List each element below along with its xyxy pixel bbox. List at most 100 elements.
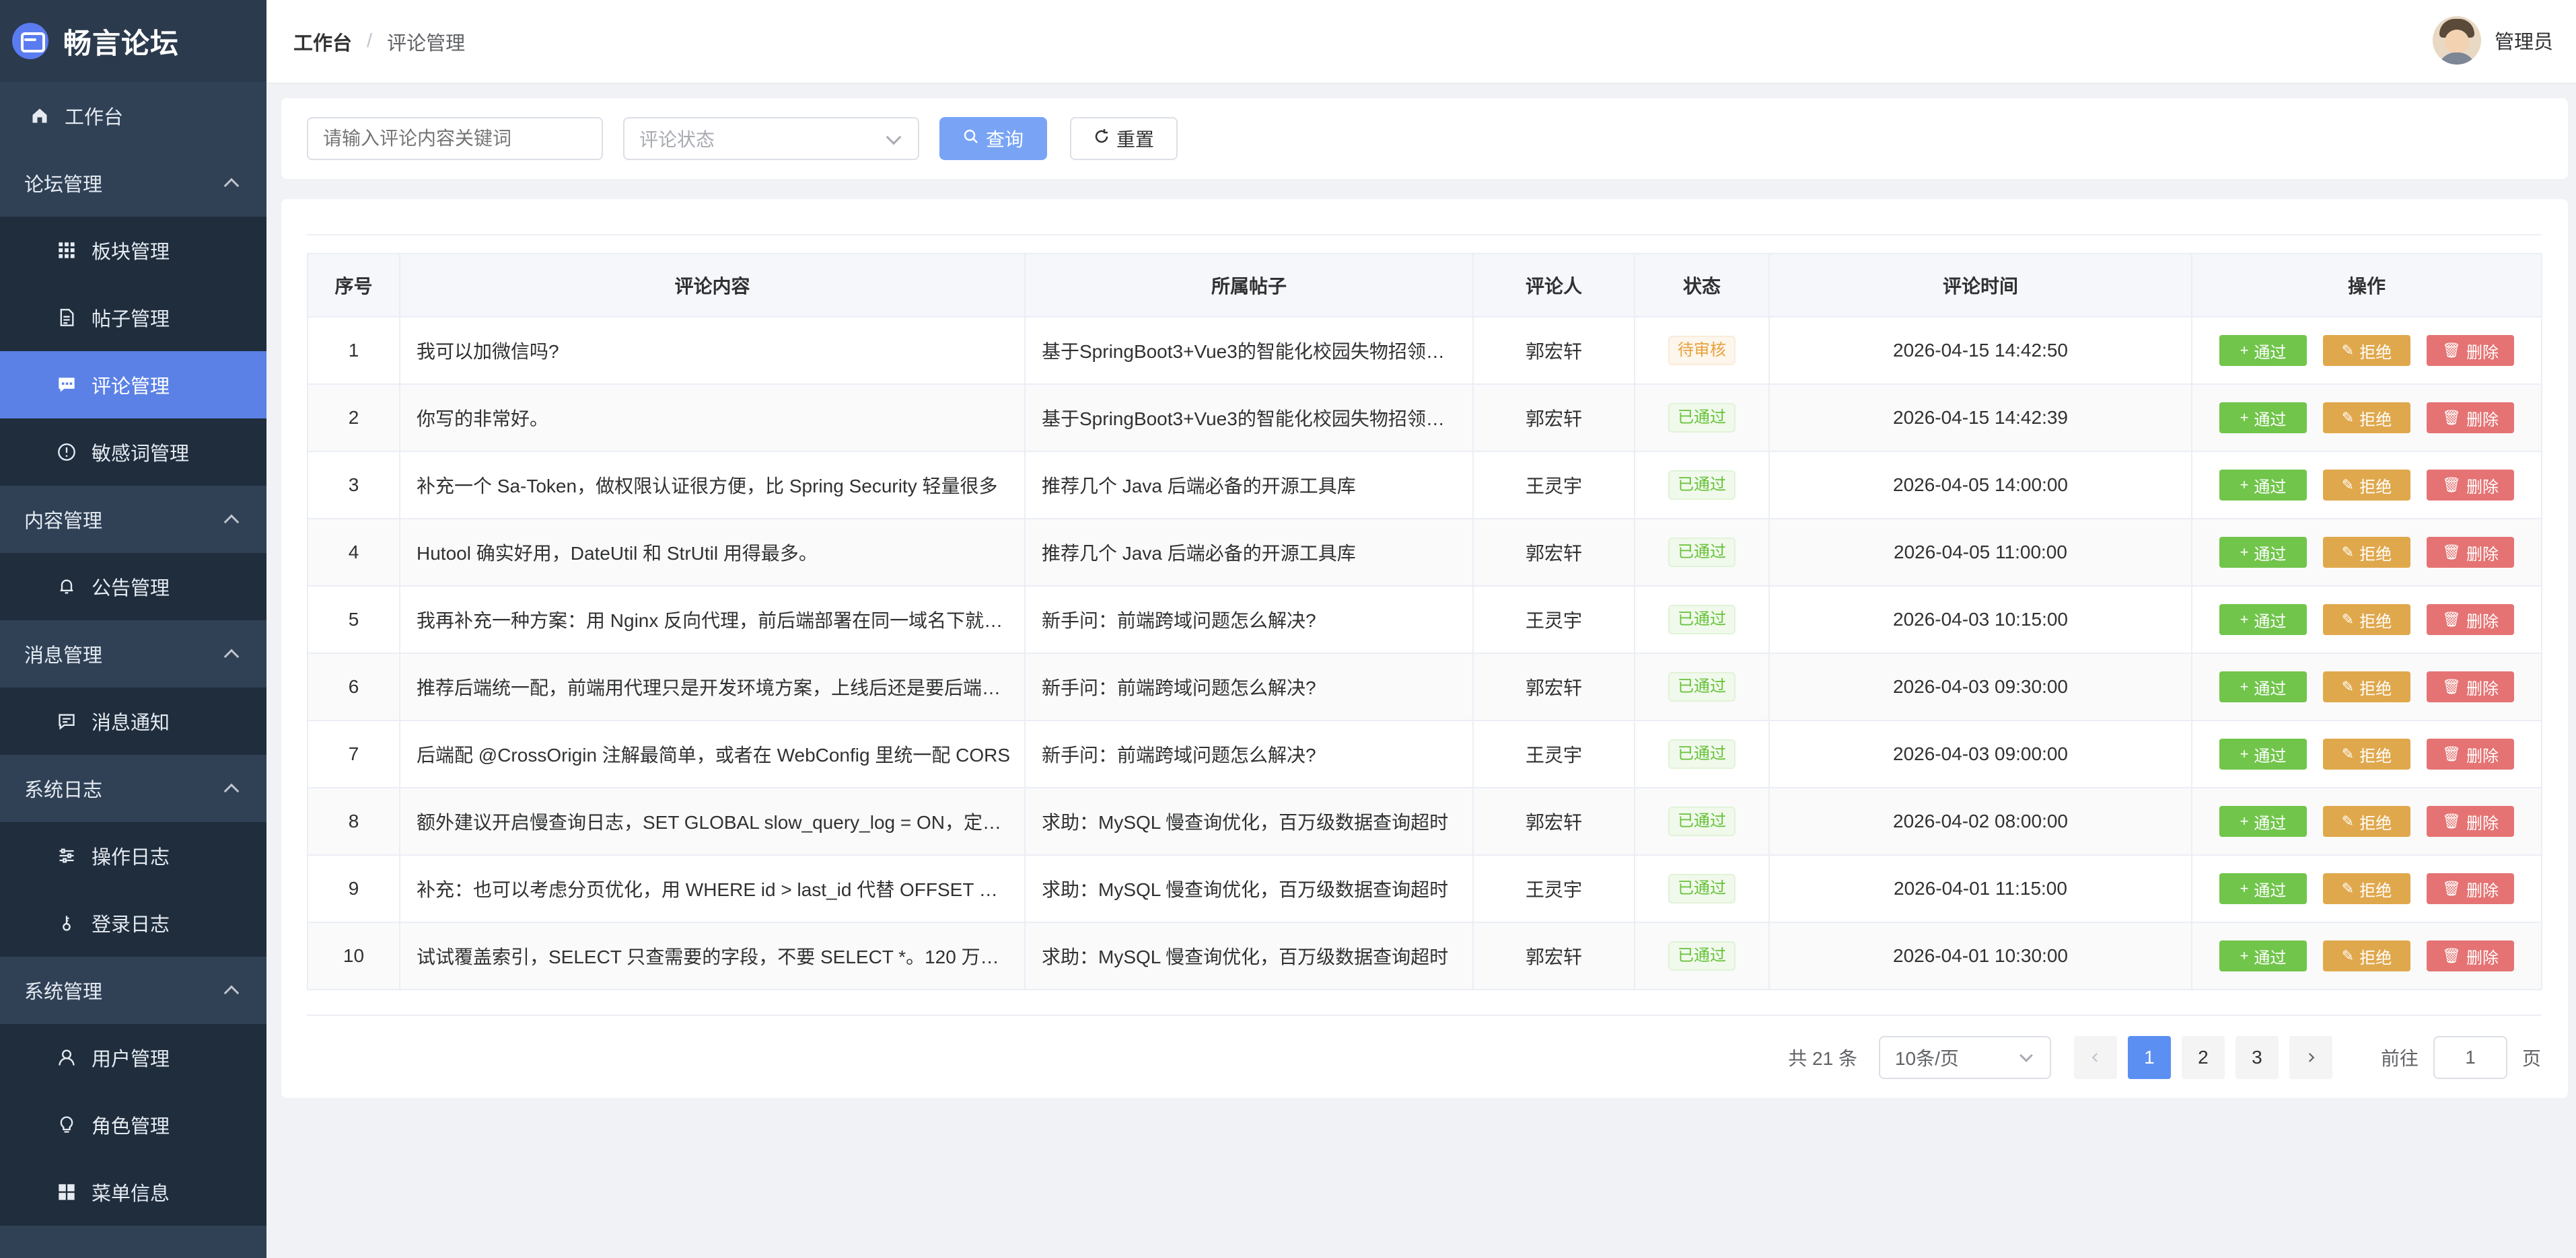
cell-no: 3 [307, 451, 400, 519]
sidebar-item-operation-log[interactable]: 操作日志 [0, 822, 266, 889]
prev-page-button[interactable] [2073, 1036, 2117, 1079]
breadcrumb: 工作台 / 评论管理 [293, 28, 465, 56]
cell-content: 我可以加微信吗? [399, 316, 1026, 385]
page-button-1[interactable]: 1 [2127, 1036, 2171, 1079]
approve-button[interactable]: + 通过 [2219, 806, 2307, 837]
sidebar-item-dashboard[interactable]: 工作台 [0, 82, 266, 149]
sidebar-item-label: 公告管理 [92, 578, 170, 599]
sidebar-item-users[interactable]: 用户管理 [0, 1024, 266, 1091]
sidebar-item-login-log[interactable]: 登录日志 [0, 889, 266, 957]
sidebar: 畅言论坛 工作台 论坛管理 板块管理 帖子管理 评论管理 敏感词管理 内容管理 … [0, 0, 266, 1258]
reject-label: 拒绝 [2359, 410, 2392, 429]
comment-table-panel: 序号 评论内容 所属帖子 评论人 状态 评论时间 操作 1 我可以加微信吗? 基于S… [281, 199, 2568, 1098]
delete-label: 删除 [2466, 612, 2499, 631]
table-header-row: 序号 评论内容 所属帖子 评论人 状态 评论时间 操作 [307, 253, 2542, 318]
sidebar-group-messages[interactable]: 消息管理 [0, 620, 266, 688]
breadcrumb-root[interactable]: 工作台 [293, 28, 352, 56]
delete-button[interactable]: 🗑 删除 [2427, 537, 2514, 568]
cell-actions: + 通过 ✎ 拒绝 🗑 删除 [2191, 787, 2542, 856]
approve-button[interactable]: + 通过 [2219, 537, 2307, 568]
approve-button[interactable]: + 通过 [2219, 940, 2307, 971]
sidebar-group-label: 论坛管理 [24, 174, 103, 196]
delete-button[interactable]: 🗑 删除 [2427, 335, 2514, 366]
cell-content: 补充：也可以考虑分页优化，用 WHERE id > last_id 代替 OFF… [399, 854, 1026, 923]
cell-no: 9 [307, 854, 400, 923]
table-row: 9 补充：也可以考虑分页优化，用 WHERE id > last_id 代替 OF… [307, 854, 2542, 923]
delete-button[interactable]: 🗑 删除 [2427, 604, 2514, 635]
page-button-3[interactable]: 3 [2235, 1036, 2279, 1079]
cell-status: 已通过 [1634, 383, 1770, 452]
reject-button[interactable]: ✎ 拒绝 [2323, 470, 2410, 501]
sidebar-item-announcements[interactable]: 公告管理 [0, 553, 266, 620]
approve-button[interactable]: + 通过 [2219, 739, 2307, 770]
page-size-select[interactable]: 10条/页 [1878, 1036, 2051, 1079]
page-jumper: 前往 1 页 [2381, 1036, 2541, 1079]
sidebar-item-label: 菜单信息 [92, 1183, 170, 1205]
approve-button[interactable]: + 通过 [2219, 402, 2307, 433]
delete-button[interactable]: 🗑 删除 [2427, 671, 2514, 702]
delete-button[interactable]: 🗑 删除 [2427, 873, 2514, 904]
column-header-content: 评论内容 [399, 253, 1026, 318]
approve-button[interactable]: + 通过 [2219, 335, 2307, 366]
reject-button[interactable]: ✎ 拒绝 [2323, 671, 2410, 702]
approve-button[interactable]: + 通过 [2219, 604, 2307, 635]
approve-button[interactable]: + 通过 [2219, 671, 2307, 702]
table-row: 10 试试覆盖索引，SELECT 只查需要的字段，不要 SELECT *。120 … [307, 922, 2542, 990]
status-select[interactable]: 评论状态 [623, 117, 919, 160]
cell-status: 已通过 [1634, 787, 1770, 856]
reject-button[interactable]: ✎ 拒绝 [2323, 402, 2410, 433]
reject-label: 拒绝 [2359, 343, 2392, 362]
reject-button[interactable]: ✎ 拒绝 [2323, 604, 2410, 635]
sidebar-item-roles[interactable]: 角色管理 [0, 1091, 266, 1158]
cell-status: 已通过 [1634, 854, 1770, 923]
reset-button[interactable]: 重置 [1070, 117, 1178, 160]
status-badge: 已通过 [1668, 739, 1736, 769]
reject-button[interactable]: ✎ 拒绝 [2323, 537, 2410, 568]
user-menu[interactable]: 管理员 [2432, 16, 2553, 65]
status-badge: 待审核 [1668, 336, 1736, 365]
sidebar-group-content[interactable]: 内容管理 [0, 486, 266, 553]
trash-icon: 🗑 [2442, 544, 2461, 560]
delete-button[interactable]: 🗑 删除 [2427, 739, 2514, 770]
reject-button[interactable]: ✎ 拒绝 [2323, 940, 2410, 971]
avatar[interactable] [2432, 16, 2481, 65]
goto-page-input[interactable]: 1 [2433, 1036, 2507, 1079]
breadcrumb-separator: / [367, 30, 373, 52]
approve-button[interactable]: + 通过 [2219, 873, 2307, 904]
reject-button[interactable]: ✎ 拒绝 [2323, 873, 2410, 904]
cell-post: 新手问：前端跨域问题怎么解决? [1024, 720, 1474, 788]
keyword-search-input[interactable] [307, 117, 603, 160]
approve-label: 通过 [2254, 881, 2287, 900]
trash-icon: 🗑 [2442, 745, 2461, 762]
query-button[interactable]: 查询 [939, 117, 1047, 160]
next-page-button[interactable] [2289, 1036, 2332, 1079]
cell-time: 2026-04-15 14:42:39 [1768, 383, 2192, 452]
delete-button[interactable]: 🗑 删除 [2427, 470, 2514, 501]
delete-button[interactable]: 🗑 删除 [2427, 940, 2514, 971]
delete-button[interactable]: 🗑 删除 [2427, 806, 2514, 837]
sidebar-item-posts[interactable]: 帖子管理 [0, 284, 266, 351]
delete-button[interactable]: 🗑 删除 [2427, 402, 2514, 433]
edit-icon: ✎ [2341, 544, 2355, 560]
reject-button[interactable]: ✎ 拒绝 [2323, 335, 2410, 366]
delete-label: 删除 [2466, 545, 2499, 564]
trash-icon: 🗑 [2442, 409, 2461, 426]
sidebar-item-sensitive-words[interactable]: 敏感词管理 [0, 418, 266, 486]
sidebar-group-forum[interactable]: 论坛管理 [0, 149, 266, 217]
reject-button[interactable]: ✎ 拒绝 [2323, 806, 2410, 837]
sidebar-item-boards[interactable]: 板块管理 [0, 217, 266, 284]
sidebar-item-notifications[interactable]: 消息通知 [0, 688, 266, 755]
sidebar-item-menus[interactable]: 菜单信息 [0, 1158, 266, 1226]
approve-button[interactable]: + 通过 [2219, 470, 2307, 501]
sidebar-group-logs[interactable]: 系统日志 [0, 755, 266, 822]
reject-button[interactable]: ✎ 拒绝 [2323, 739, 2410, 770]
sidebar-group-system[interactable]: 系统管理 [0, 957, 266, 1024]
pagination: 共 21 条 10条/页 1 2 3 前往 1 页 [1788, 1036, 2541, 1079]
sidebar-item-comments[interactable]: 评论管理 [0, 351, 266, 418]
sidebar-item-label: 帖子管理 [92, 309, 170, 330]
trash-icon: 🗑 [2442, 678, 2461, 695]
page-button-2[interactable]: 2 [2181, 1036, 2225, 1079]
user-name[interactable]: 管理员 [2495, 26, 2553, 54]
table-row: 4 Hutool 确实好用，DateUtil 和 StrUtil 用得最多。 推荐几… [307, 518, 2542, 587]
cell-time: 2026-04-05 11:00:00 [1768, 518, 2192, 587]
